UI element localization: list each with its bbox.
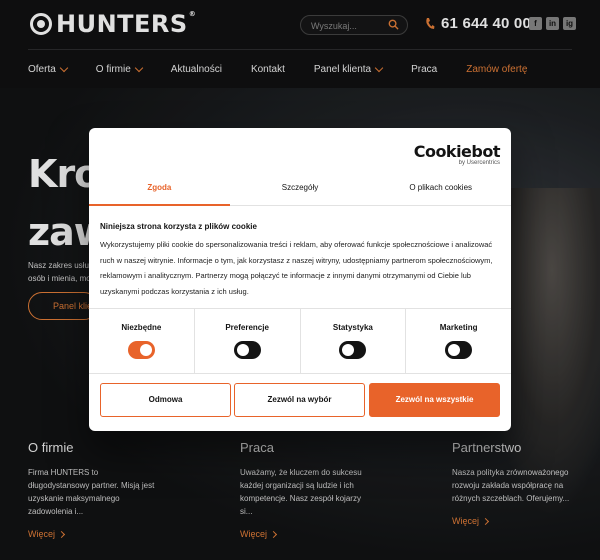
- consent-toggles: Niezbędne Preferencje Statystyka Marketi…: [89, 308, 511, 374]
- statistics-switch[interactable]: [339, 341, 367, 359]
- toggle-niezbedne: Niezbędne: [89, 309, 194, 373]
- cookiebot-logo: Cookiebot by Usercentrics: [413, 142, 501, 166]
- tab-zgoda[interactable]: Zgoda: [89, 173, 230, 206]
- toggle-preferencje: Preferencje: [193, 309, 300, 373]
- necessary-switch[interactable]: [127, 341, 155, 359]
- toggle-marketing: Marketing: [405, 309, 511, 373]
- tab-szczegoly[interactable]: Szczegóły: [230, 173, 371, 205]
- cookie-consent-dialog: Cookiebot by Usercentrics Zgoda Szczegół…: [89, 128, 511, 431]
- cookie-tabs: Zgoda Szczegóły O plikach cookies: [89, 173, 511, 206]
- cookie-heading: Niniejsza strona korzysta z plików cooki…: [100, 222, 257, 231]
- toggle-statystyka: Statystyka: [299, 309, 406, 373]
- cookie-description: Wykorzystujemy pliki cookie do spersonal…: [100, 240, 493, 296]
- allow-selection-button[interactable]: Zezwól na wybór: [234, 383, 365, 417]
- deny-button[interactable]: Odmowa: [100, 383, 231, 417]
- allow-all-button[interactable]: Zezwól na wszystkie: [369, 383, 500, 417]
- tab-o-plikach-cookies[interactable]: O plikach cookies: [370, 173, 511, 205]
- preferences-switch[interactable]: [233, 341, 261, 359]
- marketing-switch[interactable]: [445, 341, 473, 359]
